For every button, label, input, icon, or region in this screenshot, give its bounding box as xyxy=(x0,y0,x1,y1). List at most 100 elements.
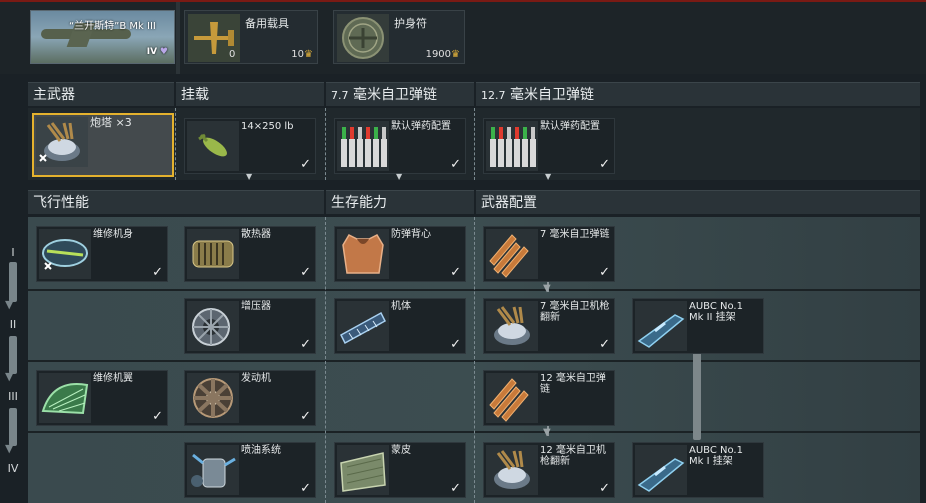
mod-radiator[interactable]: 散热器 ✓ xyxy=(184,226,316,282)
divider xyxy=(474,108,475,180)
check-icon: ✓ xyxy=(300,409,311,424)
mod-7mm-belts[interactable]: 7 毫米自卫弹链 ✓ xyxy=(483,226,615,282)
tier-bar xyxy=(9,262,17,302)
header-weaponry-label: 武器配置 xyxy=(481,195,537,211)
mod-engine-label: 发动机 xyxy=(241,373,271,384)
mod-airframe-label: 机体 xyxy=(391,301,411,312)
mod-12mm-refurbish[interactable]: 12 毫米自卫机枪翻新 ✓ xyxy=(483,442,615,498)
pylon-icon xyxy=(635,301,687,351)
header-payload-label: 挂载 xyxy=(181,87,209,103)
mod-12mm-belts-label: 12 毫米自卫弹链 xyxy=(540,373,606,395)
weapon-payload[interactable]: 14×250 lb ✓ xyxy=(184,118,316,174)
arrow-down-icon: ▼ xyxy=(5,298,14,311)
weapon-payload-label: 14×250 lb xyxy=(241,121,294,132)
check-icon: ✓ xyxy=(599,157,610,172)
aircraft-rank: IV ♥ xyxy=(147,47,168,57)
weapon-127-belt[interactable]: 默认弹药配置 ✓ xyxy=(483,118,615,174)
spare-vehicle-label: 备用载具 xyxy=(245,17,289,30)
arrow-down-icon: ▼ xyxy=(5,370,14,383)
mod-covering-label: 蒙皮 xyxy=(391,445,411,456)
supercharger-icon xyxy=(187,301,239,351)
check-icon: ✓ xyxy=(300,265,311,280)
weapon-turrets[interactable]: 炮塔 ×3 xyxy=(32,113,174,177)
weapon-77-belt-label: 默认弹药配置 xyxy=(391,121,451,132)
tier-bar xyxy=(9,408,17,446)
check-icon: ✓ xyxy=(152,409,163,424)
ammo-belt-icon xyxy=(337,121,389,171)
check-icon: ✓ xyxy=(300,337,311,352)
turret-icon xyxy=(486,301,538,351)
mod-radiator-label: 散热器 xyxy=(241,229,271,240)
spare-vehicle-cost-value: 10 xyxy=(291,49,305,60)
fuselage-icon xyxy=(39,229,91,279)
header-survivability: 生存能力 xyxy=(326,190,474,214)
armor-vest-icon xyxy=(337,229,389,279)
mod-supercharger-label: 增压器 xyxy=(241,301,271,312)
tier-2-label: II xyxy=(9,318,17,331)
rank-label: IV xyxy=(146,47,158,57)
header-weaponry: 武器配置 xyxy=(476,190,920,214)
arrow-down-icon: ▼ xyxy=(543,283,551,294)
turret-icon xyxy=(486,445,538,495)
check-icon: ✓ xyxy=(450,265,461,280)
mod-repair-fuselage-label: 维修机身 xyxy=(93,229,133,240)
pylon-icon xyxy=(635,445,687,495)
mod-7mm-refurbish-label: 7 毫米自卫机枪翻新 xyxy=(540,301,610,323)
spare-vehicle-count: 0 xyxy=(229,49,236,60)
mod-fuel-injection[interactable]: 喷油系统 ✓ xyxy=(184,442,316,498)
check-icon: ✓ xyxy=(450,157,461,172)
mod-airframe[interactable]: 机体 ✓ xyxy=(334,298,466,354)
header-primary-weapon-label: 主武器 xyxy=(33,87,75,103)
divider xyxy=(175,108,176,180)
weapon-turrets-label: 炮塔 ×3 xyxy=(90,116,132,129)
divider xyxy=(325,217,326,503)
fuel-injection-icon xyxy=(187,445,239,495)
mod-engine[interactable]: 发动机 ✓ xyxy=(184,370,316,426)
weapon-77-belt[interactable]: 默认弹药配置 ✓ xyxy=(334,118,466,174)
radiator-icon xyxy=(187,229,239,279)
bullets-icon xyxy=(486,229,538,279)
engine-icon xyxy=(187,373,239,423)
mod-repair-wings[interactable]: 维修机翼 ✓ xyxy=(36,370,168,426)
mod-repair-fuselage[interactable]: 维修机身 ✓ xyxy=(36,226,168,282)
connector-line xyxy=(693,352,701,440)
check-icon: ✓ xyxy=(152,265,163,280)
mod-supercharger[interactable]: 增压器 ✓ xyxy=(184,298,316,354)
header-flight-label: 飞行性能 xyxy=(33,195,89,211)
mod-covering[interactable]: 蒙皮 ✓ xyxy=(334,442,466,498)
golden-eagle-icon: ♛ xyxy=(304,49,313,60)
top-divider xyxy=(176,2,180,74)
tier-bar xyxy=(9,336,17,374)
header-primary-weapon: 主武器 xyxy=(28,82,174,106)
tier-3-label: III xyxy=(8,390,18,403)
header-77-label: 毫米自卫弹链 xyxy=(352,87,437,103)
ammo-belt-icon xyxy=(486,121,538,171)
arrow-down-icon: ▼ xyxy=(5,442,14,455)
talisman-cost: 1900♛ xyxy=(426,49,460,60)
header-127-belt: 12.7 毫米自卫弹链 xyxy=(476,82,920,106)
spare-vehicle-card[interactable]: 备用载具 0 10♛ xyxy=(184,10,318,64)
check-icon: ✓ xyxy=(450,481,461,496)
mod-7mm-refurbish[interactable]: 7 毫米自卫机枪翻新 ✓ xyxy=(483,298,615,354)
check-icon: ✓ xyxy=(599,337,610,352)
spare-vehicle-cost: 10♛ xyxy=(291,49,313,60)
check-icon: ✓ xyxy=(599,481,610,496)
header-77-caliber: 7.7 xyxy=(331,89,349,102)
talisman-card[interactable]: 护身符 1900♛ xyxy=(333,10,465,64)
mod-12mm-belts[interactable]: 12 毫米自卫弹链 xyxy=(483,370,615,426)
tier-4-label: IV xyxy=(7,462,19,475)
aircraft-name: “兰开斯特”B Mk III xyxy=(69,21,156,32)
aircraft-card[interactable]: “兰开斯特”B Mk III IV ♥ xyxy=(30,10,175,64)
tier-1-label: I xyxy=(11,246,15,259)
check-icon: ✓ xyxy=(450,337,461,352)
mod-armor-vest[interactable]: 防弹背心 ✓ xyxy=(334,226,466,282)
mod-aubc-mk1[interactable]: AUBC No.1 Mk I 挂架 xyxy=(632,442,764,498)
chevron-down-icon: ▼ xyxy=(396,172,403,181)
wing-icon xyxy=(39,373,91,423)
header-77-belt: 7.7 毫米自卫弹链 xyxy=(326,82,474,106)
talisman-icon xyxy=(337,14,389,62)
mod-aubc-mk2[interactable]: AUBC No.1 Mk II 挂架 xyxy=(632,298,764,354)
talisman-label: 护身符 xyxy=(394,17,427,30)
mod-aubc-mk1-label: AUBC No.1 Mk I 挂架 xyxy=(689,445,743,467)
weapon-127-belt-label: 默认弹药配置 xyxy=(540,121,600,132)
